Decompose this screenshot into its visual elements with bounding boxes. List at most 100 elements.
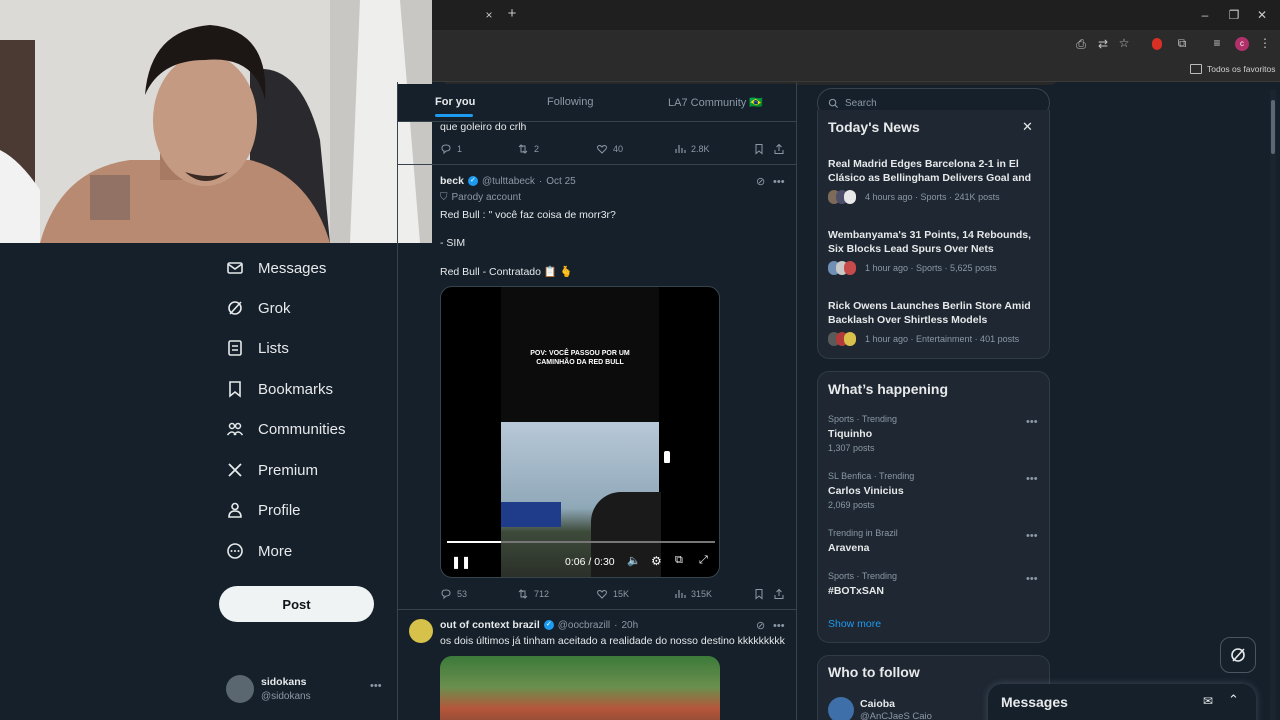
nav-premium[interactable]: Premium: [226, 455, 318, 485]
nav-lists[interactable]: Lists: [226, 333, 289, 363]
video-progress-track[interactable]: [447, 541, 715, 543]
tweet-text-line3: Red Bull - Contratado 📋 🫰: [440, 266, 573, 278]
tab-la7-community[interactable]: LA7 Community 🇧🇷: [668, 96, 763, 109]
trend-topic[interactable]: Tiquinho: [828, 427, 872, 441]
list-icon: [228, 340, 242, 356]
reply-icon: [441, 589, 451, 600]
nav-lists-label: Lists: [258, 339, 289, 357]
retweet-button[interactable]: 2: [517, 143, 539, 155]
close-icon[interactable]: ✕: [1022, 119, 1033, 135]
restore-icon[interactable]: ❐: [1227, 8, 1241, 22]
bookmark-folder-label[interactable]: Todos os favoritos: [1207, 64, 1276, 74]
verified-badge-icon: ✓: [467, 176, 478, 186]
mask-icon: ⛉: [440, 192, 448, 203]
nav-bookmarks-label: Bookmarks: [258, 380, 334, 398]
grok-floating-button[interactable]: [1220, 637, 1256, 673]
share-button[interactable]: [773, 588, 785, 600]
news-item-meta: 1 hour ago · Sports · 5,625 posts: [865, 263, 997, 273]
trend-more-icon[interactable]: •••: [1026, 530, 1038, 542]
tab-for-you[interactable]: For you: [435, 96, 475, 108]
tweet-author-name[interactable]: out of context brazil: [440, 619, 540, 631]
trend-topic[interactable]: Carlos Vinicius: [828, 484, 904, 498]
trend-more-icon[interactable]: •••: [1026, 416, 1038, 428]
tweet-date[interactable]: Oct 25: [546, 176, 575, 187]
follow-handle: @AnCJaeS Caio: [860, 711, 932, 720]
tab-following[interactable]: Following: [547, 96, 593, 108]
trend-more-icon[interactable]: •••: [1026, 473, 1038, 485]
follow-name[interactable]: Caioba: [860, 697, 895, 711]
expand-chevron-icon[interactable]: ⌃: [1228, 692, 1239, 708]
nav-more[interactable]: More: [226, 536, 292, 566]
nav-premium-label: Premium: [258, 461, 319, 479]
window-close-icon[interactable]: ✕: [1255, 8, 1269, 22]
avatar[interactable]: [409, 619, 433, 643]
close-tab-icon[interactable]: ×: [482, 8, 496, 22]
settings-icon[interactable]: ⚙: [651, 554, 662, 568]
like-button[interactable]: 40: [596, 143, 623, 155]
video-truck: [501, 502, 561, 527]
nav-communities[interactable]: Communities: [226, 414, 346, 444]
translate-icon[interactable]: ⇄: [1096, 37, 1110, 51]
media-icon[interactable]: ≡: [1210, 36, 1224, 50]
kebab-menu-icon[interactable]: ⋮: [1259, 36, 1271, 50]
post-button[interactable]: Post: [219, 586, 374, 622]
tweet-author-handle[interactable]: @tulttabeck: [482, 176, 535, 187]
new-tab-icon[interactable]: +: [505, 6, 519, 21]
trend-topic[interactable]: Aravena: [828, 541, 869, 555]
views-button[interactable]: 2.8K: [674, 143, 710, 155]
nav-profile[interactable]: Profile: [226, 495, 301, 525]
bookmark-button[interactable]: [753, 143, 765, 155]
install-icon[interactable]: ⎙: [1074, 37, 1088, 51]
pip-icon[interactable]: ⧉: [675, 554, 683, 567]
grok-action-icon[interactable]: ⊘: [756, 619, 765, 632]
reply-icon: [441, 144, 451, 155]
tweet-author-handle[interactable]: @oocbrazill: [558, 620, 610, 631]
news-item-headline[interactable]: Wembanyama's 31 Points, 14 Rebounds, Six…: [828, 228, 1038, 256]
share-button[interactable]: [773, 143, 785, 155]
account-more-icon[interactable]: •••: [370, 680, 382, 692]
scrollbar[interactable]: [1270, 90, 1276, 720]
extension-icon[interactable]: [1152, 38, 1162, 50]
star-icon[interactable]: ☆: [1117, 36, 1131, 50]
grok-action-icon[interactable]: ⊘: [756, 175, 765, 188]
new-message-icon[interactable]: ✉: [1203, 694, 1213, 708]
views-icon: [675, 145, 686, 153]
bookmark-button[interactable]: [753, 588, 765, 600]
show-more-link[interactable]: Show more: [828, 618, 881, 630]
puzzle-icon[interactable]: ⧉: [1175, 36, 1189, 50]
trend-context: SL Benfica · Trending: [828, 471, 915, 481]
tab-indicator: [435, 114, 473, 117]
nav-bookmarks[interactable]: Bookmarks: [226, 374, 333, 404]
profile-avatar[interactable]: c: [1235, 37, 1249, 51]
scrollbar-thumb[interactable]: [1271, 100, 1275, 154]
retweet-icon: [518, 589, 528, 599]
like-button[interactable]: 15K: [596, 588, 629, 600]
retweet-button[interactable]: 712: [517, 588, 549, 600]
tweet-date[interactable]: 20h: [622, 620, 639, 631]
tweet-author-name[interactable]: beck: [440, 175, 464, 187]
video-player[interactable]: POV: VOCÊ PASSOU POR UM CAMINHÃO DA RED …: [440, 286, 720, 578]
avatar[interactable]: [828, 697, 854, 720]
tweet-more-icon[interactable]: •••: [773, 176, 785, 188]
tweet-more-icon[interactable]: •••: [773, 620, 785, 632]
nav-messages[interactable]: Messages: [226, 253, 326, 283]
volume-icon[interactable]: 🔈: [627, 554, 641, 567]
bookmark-icon: [755, 144, 763, 155]
tweet-image[interactable]: [440, 656, 720, 720]
nav-grok[interactable]: Grok: [226, 293, 291, 323]
trend-count: 1,307 posts: [828, 443, 875, 453]
fullscreen-icon[interactable]: ⤢: [699, 554, 708, 567]
reply-button[interactable]: 1: [440, 143, 462, 155]
like-count: 40: [613, 144, 624, 154]
avatar[interactable]: [226, 675, 254, 703]
news-item-headline[interactable]: Rick Owens Launches Berlin Store Amid Ba…: [828, 299, 1038, 327]
reply-button[interactable]: 53: [440, 588, 467, 600]
trend-topic[interactable]: #BOTxSAN: [828, 584, 884, 598]
share-icon: [774, 143, 784, 154]
views-button[interactable]: 315K: [674, 588, 712, 600]
pause-icon[interactable]: ❚❚: [451, 555, 471, 569]
trend-more-icon[interactable]: •••: [1026, 573, 1038, 585]
communities-icon: [226, 422, 244, 436]
envelope-icon: [227, 262, 243, 274]
minimize-icon[interactable]: –: [1198, 8, 1212, 22]
